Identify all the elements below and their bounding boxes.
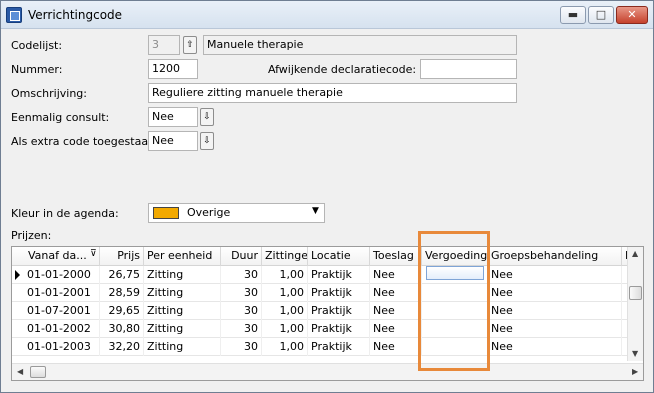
horizontal-scroll-thumb[interactable] [30,366,46,378]
cell-per-eenheid[interactable]: Zitting [144,320,221,338]
column-header-locatie[interactable]: Locatie [308,247,370,266]
vertical-scrollbar[interactable]: ▲ ▼ [627,247,643,361]
cell-per-eenheid[interactable]: Zitting [144,284,221,302]
scroll-left-icon[interactable]: ◀ [17,367,23,376]
vergoeding-highlight-box [418,231,490,371]
table-row[interactable]: 01-07-2001 29,65 Zitting 30 1,00 Praktij… [12,302,627,320]
cell-prijs[interactable]: 26,75 [100,266,144,284]
afwijkende-label: Afwijkende declaratiecode: [268,63,417,76]
afwijkende-input[interactable] [420,59,517,79]
prijzen-label: Prijzen: [11,229,52,242]
cell-toeslag[interactable]: Nee [370,302,422,320]
cell-groepsbehandeling[interactable]: Nee [488,338,622,356]
cell-vanaf[interactable]: 01-01-2002 [24,320,100,338]
filter-icon[interactable]: ⊽ [90,249,97,259]
cell-prijs[interactable]: 29,65 [100,302,144,320]
vertical-scroll-thumb[interactable] [629,286,642,300]
cell-zittingen[interactable]: 1,00 [262,266,308,284]
cell-duur[interactable]: 30 [221,320,262,338]
extra-code-label: Als extra code toegestaan: [11,135,159,148]
column-header-duur[interactable]: Duur [221,247,262,266]
column-header-prijs[interactable]: Prijs [100,247,144,266]
app-icon [6,7,22,23]
codelijst-field: 3 [148,35,180,55]
maximize-button[interactable]: □ [588,6,614,24]
cell-prijs[interactable]: 28,59 [100,284,144,302]
cell-vanaf[interactable]: 01-01-2001 [24,284,100,302]
scroll-up-icon[interactable]: ▲ [632,249,638,258]
scroll-down-icon[interactable]: ▼ [632,349,638,358]
omschrijving-input[interactable]: Reguliere zitting manuele therapie [148,83,517,103]
close-button[interactable]: ✕ [616,6,648,24]
cell-zittingen[interactable]: 1,00 [262,338,308,356]
codelijst-description: Manuele therapie [203,35,517,55]
extra-code-dropdown-button[interactable]: ⇩ [200,132,214,150]
cell-vanaf[interactable]: 01-07-2001 [24,302,100,320]
column-header-groepsbehandeling[interactable]: Groepsbehandeling [488,247,622,266]
chevron-down-icon[interactable]: ▼ [312,206,319,216]
cell-toeslag[interactable]: Nee [370,284,422,302]
cell-duur[interactable]: 30 [221,284,262,302]
prijzen-grid[interactable]: Vanaf da... ⊽ Prijs Per eenheid Duur Zit… [11,246,644,381]
cell-duur[interactable]: 30 [221,266,262,284]
cell-locatie[interactable]: Praktijk [308,338,370,356]
cell-locatie[interactable]: Praktijk [308,320,370,338]
column-header-per-eenheid[interactable]: Per eenheid [144,247,221,266]
codelijst-label: Codelijst: [11,39,63,52]
cell-groepsbehandeling[interactable]: Nee [488,284,622,302]
eenmalig-dropdown-button[interactable]: ⇩ [200,108,214,126]
verrichtingcode-window: Verrichtingcode ▬ □ ✕ Codelijst: 3 ⇧ Man… [0,0,654,393]
table-row[interactable]: 01-01-2002 30,80 Zitting 30 1,00 Praktij… [12,320,627,338]
cell-toeslag[interactable]: Nee [370,266,422,284]
table-row[interactable]: 01-01-2001 28,59 Zitting 30 1,00 Praktij… [12,284,627,302]
grid-header: Vanaf da... ⊽ Prijs Per eenheid Duur Zit… [12,247,643,266]
nummer-input[interactable]: 1200 [148,59,198,79]
cell-per-eenheid[interactable]: Zitting [144,338,221,356]
cell-prijs[interactable]: 30,80 [100,320,144,338]
cell-zittingen[interactable]: 1,00 [262,320,308,338]
cell-vanaf[interactable]: 01-01-2000 [24,266,100,284]
cell-per-eenheid[interactable]: Zitting [144,266,221,284]
cell-groepsbehandeling[interactable]: Nee [488,320,622,338]
cell-toeslag[interactable]: Nee [370,338,422,356]
current-row-indicator-icon [15,270,20,280]
horizontal-scrollbar[interactable]: ◀ ▶ [12,363,643,380]
cell-groepsbehandeling[interactable]: Nee [488,266,622,284]
scroll-right-icon[interactable]: ▶ [632,367,638,376]
eenmalig-select[interactable]: Nee [148,107,198,127]
cell-zittingen[interactable]: 1,00 [262,284,308,302]
column-header-zittingen[interactable]: Zittingen [262,247,308,266]
cell-groepsbehandeling[interactable]: Nee [488,302,622,320]
cell-zittingen[interactable]: 1,00 [262,302,308,320]
kleur-swatch [153,207,179,219]
cell-prijs[interactable]: 32,20 [100,338,144,356]
eenmalig-label: Eenmalig consult: [11,111,110,124]
table-row[interactable]: 01-01-2003 32,20 Zitting 30 1,00 Praktij… [12,338,627,356]
nummer-label: Nummer: [11,63,63,76]
column-header-vanaf[interactable]: Vanaf da... [12,247,100,266]
codelijst-up-button[interactable]: ⇧ [183,36,197,54]
title-bar: Verrichtingcode ▬ □ ✕ [1,1,653,29]
table-row[interactable]: 01-01-2000 26,75 Zitting 30 1,00 Praktij… [12,266,627,284]
omschrijving-label: Omschrijving: [11,87,87,100]
cell-per-eenheid[interactable]: Zitting [144,302,221,320]
cell-locatie[interactable]: Praktijk [308,302,370,320]
minimize-button[interactable]: ▬ [560,6,586,24]
cell-locatie[interactable]: Praktijk [308,266,370,284]
cell-duur[interactable]: 30 [221,302,262,320]
cell-toeslag[interactable]: Nee [370,320,422,338]
column-header-toeslag[interactable]: Toeslag [370,247,422,266]
window-title: Verrichtingcode [28,8,123,22]
cell-locatie[interactable]: Praktijk [308,284,370,302]
kleur-label: Kleur in de agenda: [11,207,119,220]
cell-duur[interactable]: 30 [221,338,262,356]
extra-code-select[interactable]: Nee [148,131,198,151]
cell-vanaf[interactable]: 01-01-2003 [24,338,100,356]
